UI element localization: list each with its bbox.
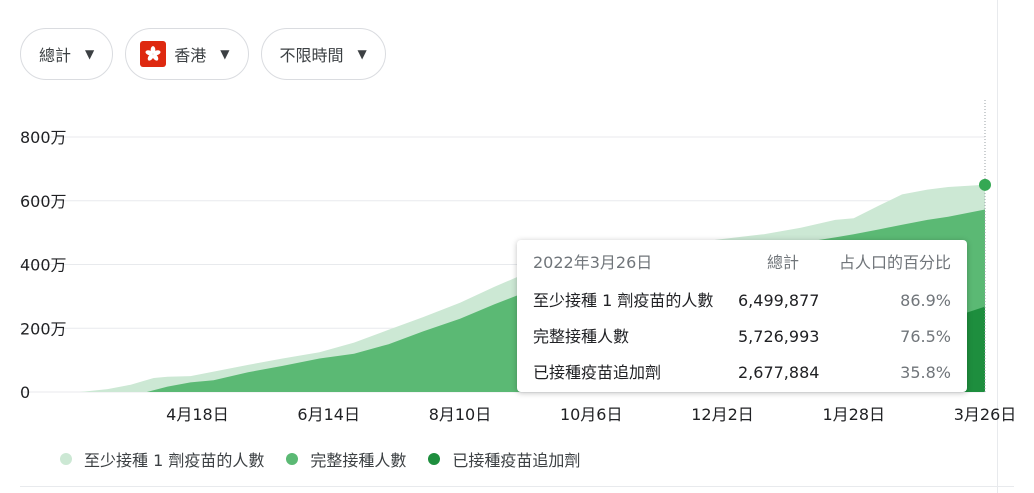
bottom-divider bbox=[20, 486, 1014, 487]
tooltip-row-label: 至少接種 1 劑疫苗的人數 bbox=[533, 291, 714, 310]
legend-item-booster[interactable]: 已接種疫苗追加劑 bbox=[428, 447, 580, 471]
tooltip-date: 2022年3月26日 bbox=[533, 253, 653, 272]
metric-filter-button[interactable]: 總計 ▼ bbox=[20, 28, 114, 80]
x-tick-label: 4月18日 bbox=[166, 405, 229, 424]
legend-swatch bbox=[60, 453, 72, 465]
tooltip-row-total: 6,499,877 bbox=[738, 291, 820, 310]
legend-item-first-dose[interactable]: 至少接種 1 劑疫苗的人數 bbox=[60, 447, 264, 471]
tooltip-row-label: 完整接種人數 bbox=[533, 327, 630, 346]
hong-kong-flag-icon bbox=[140, 41, 167, 67]
tooltip-row: 已接種疫苗追加劑 2,677,884 35.8% bbox=[533, 362, 951, 398]
legend-label: 完整接種人數 bbox=[310, 451, 407, 470]
tooltip-row: 完整接種人數 5,726,993 76.5% bbox=[533, 326, 951, 362]
legend-label: 已接種疫苗追加劑 bbox=[452, 451, 581, 470]
tooltip-row-total: 2,677,884 bbox=[738, 363, 820, 382]
tooltip-row-percent: 76.5% bbox=[900, 327, 951, 346]
y-tick-label: 800万 bbox=[20, 128, 67, 147]
filter-bar: 總計 ▼ 香港 ▼ 不限時間 ▼ bbox=[20, 28, 386, 80]
x-tick-label: 8月10日 bbox=[429, 405, 492, 424]
y-tick-label: 0 bbox=[20, 383, 30, 402]
tooltip-row-percent: 86.9% bbox=[900, 291, 951, 310]
tooltip-row-label: 已接種疫苗追加劑 bbox=[533, 363, 662, 382]
x-tick-label: 12月2日 bbox=[691, 405, 754, 424]
chart-tooltip: 2022年3月26日 總計 占人口的百分比 至少接種 1 劑疫苗的人數 6,49… bbox=[517, 240, 967, 392]
y-tick-label: 600万 bbox=[20, 192, 67, 211]
tooltip-row-percent: 35.8% bbox=[900, 363, 951, 382]
legend-item-fully-vaccinated[interactable]: 完整接種人數 bbox=[286, 447, 406, 471]
region-filter-label: 香港 bbox=[174, 46, 207, 65]
x-tick-label: 1月28日 bbox=[822, 405, 885, 424]
time-range-filter-label: 不限時間 bbox=[279, 46, 344, 65]
y-tick-label: 400万 bbox=[20, 256, 67, 275]
legend-label: 至少接種 1 劑疫苗的人數 bbox=[84, 451, 265, 470]
caret-down-icon: ▼ bbox=[85, 47, 95, 61]
x-tick-label: 10月6日 bbox=[560, 405, 623, 424]
x-tick-label: 3月26日 bbox=[954, 405, 1017, 424]
legend-swatch bbox=[286, 453, 299, 465]
caret-down-icon: ▼ bbox=[357, 47, 367, 61]
highlight-point bbox=[979, 178, 991, 191]
caret-down-icon: ▼ bbox=[220, 47, 230, 61]
time-range-filter-button[interactable]: 不限時間 ▼ bbox=[260, 28, 386, 80]
metric-filter-label: 總計 bbox=[39, 46, 72, 65]
x-tick-label: 6月14日 bbox=[297, 405, 360, 424]
tooltip-header-percent: 占人口的百分比 bbox=[838, 253, 951, 272]
tooltip-header-total: 總計 bbox=[766, 253, 799, 272]
legend-swatch bbox=[428, 453, 441, 465]
tooltip-row: 至少接種 1 劑疫苗的人數 6,499,877 86.9% bbox=[533, 290, 951, 326]
chart-legend: 至少接種 1 劑疫苗的人數 完整接種人數 已接種疫苗追加劑 bbox=[60, 447, 580, 471]
region-filter-button[interactable]: 香港 ▼ bbox=[125, 28, 249, 80]
tooltip-row-total: 5,726,993 bbox=[738, 327, 820, 346]
y-tick-label: 200万 bbox=[20, 319, 67, 338]
